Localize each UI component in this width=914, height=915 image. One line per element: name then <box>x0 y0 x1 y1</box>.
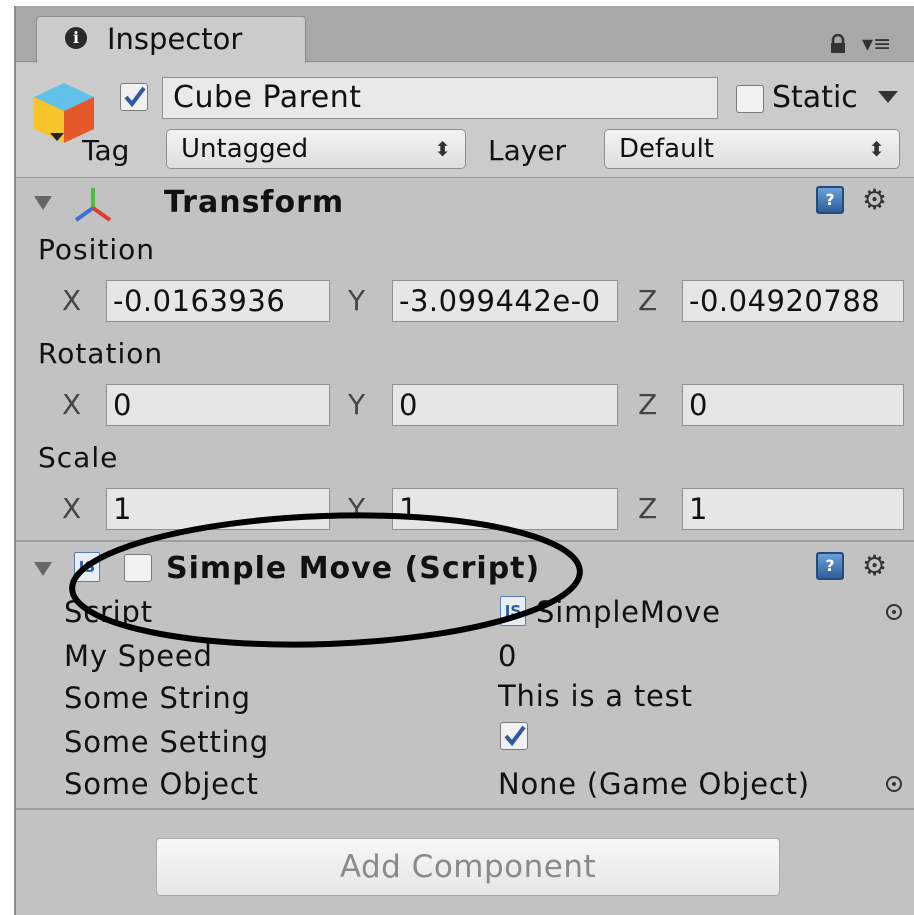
prop-value-some-object[interactable]: None (Game Object) <box>498 766 810 802</box>
position-y-field[interactable]: -3.099442e-0 <box>392 280 618 322</box>
section-divider <box>16 540 914 542</box>
scale-y-field[interactable]: 1 <box>392 488 618 530</box>
prop-label-some-string: Some String <box>64 681 251 715</box>
layer-dropdown[interactable]: Default ⬍ <box>604 129 900 169</box>
prop-label-some-setting: Some Setting <box>64 725 269 759</box>
help-book-icon[interactable]: ? <box>816 552 844 580</box>
position-label: Position <box>38 233 156 266</box>
tag-dropdown[interactable]: Untagged ⬍ <box>166 129 466 169</box>
script-file-js-icon: JS <box>500 596 526 626</box>
info-icon: i <box>65 27 87 49</box>
scale-label: Scale <box>38 441 119 474</box>
scale-z-field[interactable]: 1 <box>682 488 904 530</box>
layer-dropdown-value: Default <box>619 134 714 164</box>
object-picker-icon[interactable] <box>886 604 902 620</box>
prop-label-my-speed: My Speed <box>64 639 213 673</box>
position-z-label: Z <box>638 284 658 317</box>
rotation-z-label: Z <box>638 388 658 421</box>
scale-x-field[interactable]: 1 <box>106 488 330 530</box>
scale-y-label: Y <box>348 492 366 525</box>
prop-label-some-object: Some Object <box>64 767 259 801</box>
scale-z-label: Z <box>638 492 658 525</box>
rotation-label: Rotation <box>38 337 164 370</box>
tab-bar: i Inspector ▾≡ <box>16 6 914 63</box>
position-y-label: Y <box>348 284 366 317</box>
script-js-icon: JS <box>74 552 100 582</box>
prop-value-my-speed[interactable]: 0 <box>498 638 517 674</box>
position-z-field[interactable]: -0.04920788 <box>682 280 904 322</box>
section-divider <box>16 808 914 810</box>
script-component-title: Simple Move (Script) <box>166 551 541 586</box>
scale-x-label: X <box>62 492 82 525</box>
lock-icon[interactable] <box>828 34 848 54</box>
tag-label: Tag <box>82 134 130 167</box>
help-book-icon[interactable]: ? <box>816 186 844 214</box>
position-x-label: X <box>62 284 82 317</box>
static-label: Static <box>772 80 858 115</box>
script-foldout-arrow[interactable] <box>34 562 52 576</box>
inspector-window: i Inspector ▾≡ Cube Parent Static Tag Un… <box>14 6 914 915</box>
script-enabled-checkbox[interactable] <box>124 554 152 582</box>
gear-icon[interactable]: ⚙ <box>862 186 887 214</box>
rotation-x-label: X <box>62 388 82 421</box>
prop-value-script[interactable]: SimpleMove <box>536 594 721 630</box>
tab-inspector-label: Inspector <box>107 22 243 56</box>
rotation-y-field[interactable]: 0 <box>392 384 618 426</box>
transform-title: Transform <box>164 185 345 220</box>
prop-label-script: Script <box>64 595 153 629</box>
static-checkbox[interactable] <box>736 85 764 113</box>
up-down-arrows-icon: ⬍ <box>434 137 451 161</box>
add-component-button[interactable]: Add Component <box>156 838 780 896</box>
panel-menu-icon[interactable]: ▾≡ <box>862 32 891 57</box>
tag-dropdown-value: Untagged <box>181 134 309 164</box>
layer-label: Layer <box>488 134 567 167</box>
some-setting-checkbox[interactable] <box>500 722 528 750</box>
position-x-field[interactable]: -0.0163936 <box>106 280 330 322</box>
static-dropdown-arrow[interactable] <box>878 91 898 103</box>
object-picker-icon[interactable] <box>886 776 902 792</box>
rotation-z-field[interactable]: 0 <box>682 384 904 426</box>
gear-icon[interactable]: ⚙ <box>862 552 887 580</box>
transform-axes-icon <box>74 188 112 222</box>
transform-foldout-arrow[interactable] <box>34 196 52 210</box>
object-name-field[interactable]: Cube Parent <box>162 77 718 119</box>
rotation-x-field[interactable]: 0 <box>106 384 330 426</box>
rotation-y-label: Y <box>348 388 366 421</box>
prop-value-some-string[interactable]: This is a test <box>498 678 693 714</box>
gameobject-header: Cube Parent Static Tag Untagged ⬍ Layer … <box>16 63 914 178</box>
up-down-arrows-icon: ⬍ <box>868 137 885 161</box>
active-checkbox[interactable] <box>120 83 148 111</box>
tab-inspector[interactable]: i Inspector <box>36 16 306 63</box>
